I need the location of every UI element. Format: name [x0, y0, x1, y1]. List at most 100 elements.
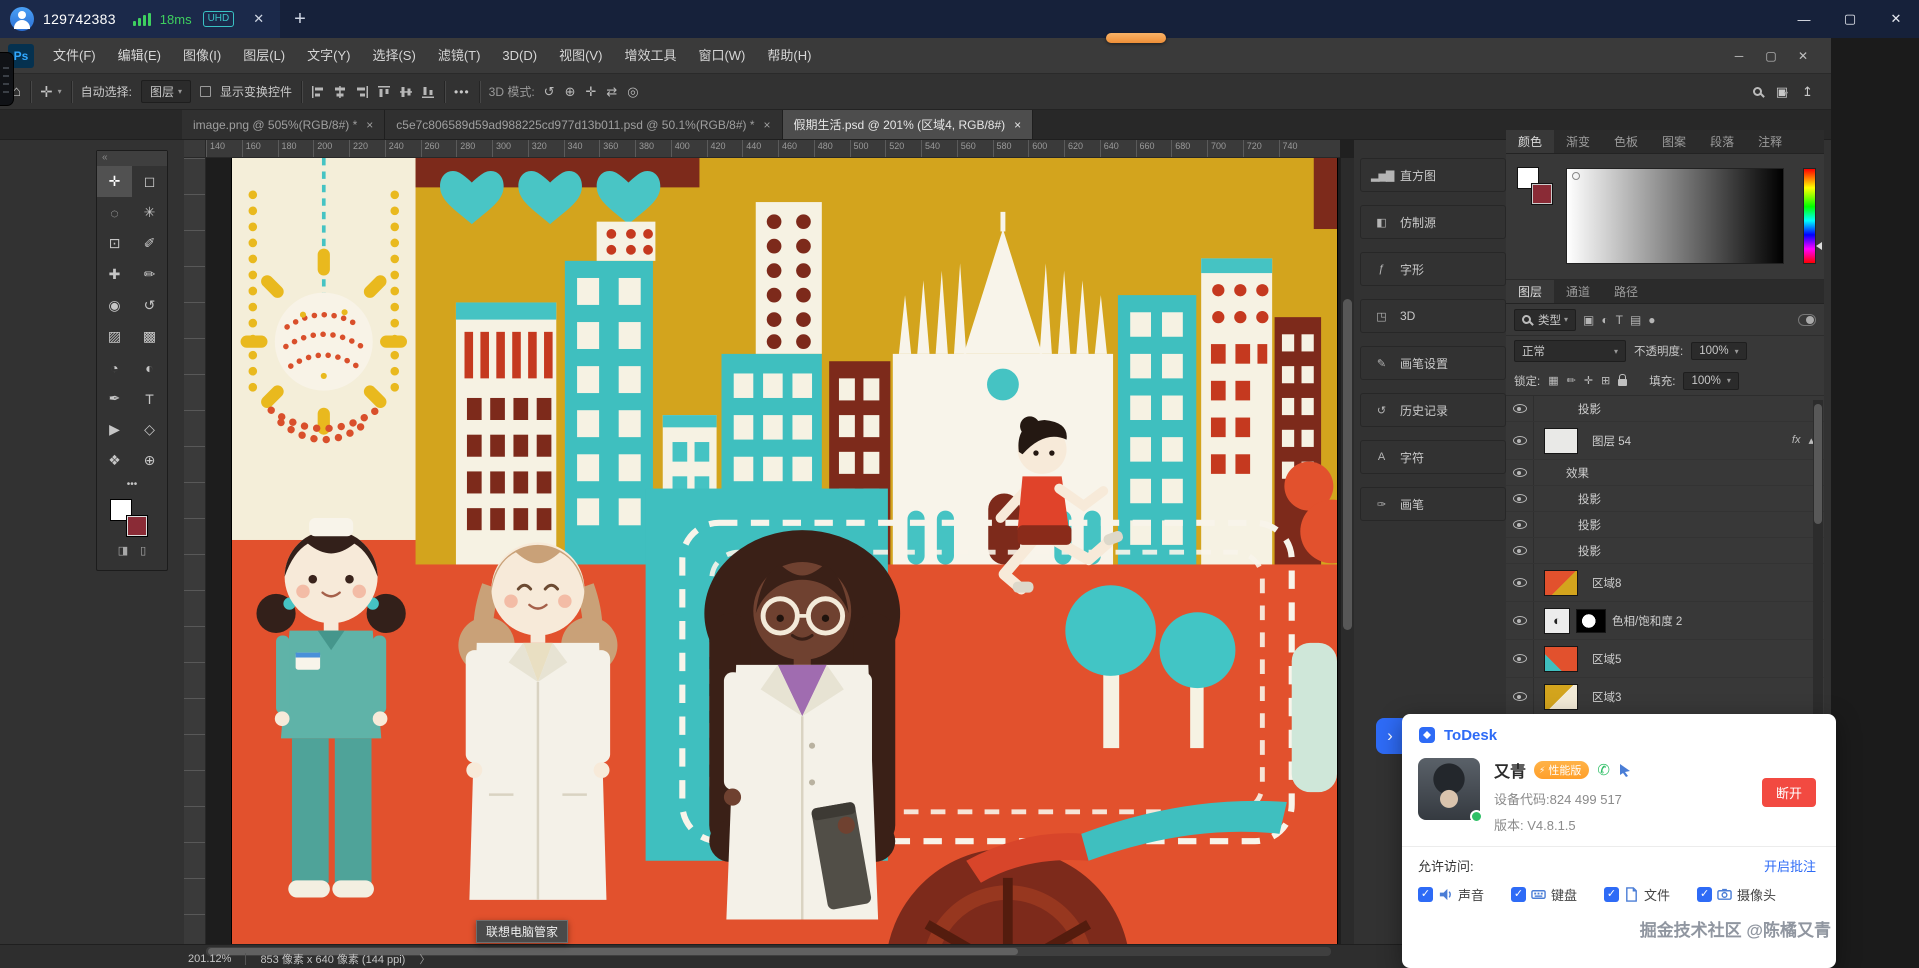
layer-mask-thumbnail[interactable] — [1576, 609, 1606, 633]
layer-effect-row[interactable]: 投影 — [1506, 396, 1824, 422]
new-session-button[interactable]: + — [294, 9, 306, 29]
layer-effect-row[interactable]: 投影 — [1506, 486, 1824, 512]
layer-thumbnail[interactable] — [1544, 570, 1578, 596]
color-gradient-field[interactable] — [1566, 168, 1784, 264]
path-selection-tool[interactable]: ▶ — [97, 414, 132, 445]
opacity-select[interactable]: 100% ▾ — [1691, 342, 1746, 360]
current-tool-icon[interactable]: ✛ — [40, 83, 53, 101]
hand-tool[interactable]: ❖ — [97, 445, 132, 476]
blur-tool[interactable]: ◔ — [97, 352, 132, 383]
history-panel-button[interactable]: ↺ 历史记录 — [1360, 393, 1506, 427]
magic-wand-tool[interactable]: ✳ — [132, 197, 167, 228]
lock-transparency-icon[interactable]: ▦ — [1548, 374, 1558, 387]
checkbox-checked-icon[interactable]: ✓ — [1604, 887, 1619, 902]
tab-swatches[interactable]: 色板 — [1602, 130, 1650, 153]
remote-sidebar-handle[interactable] — [0, 52, 14, 106]
layer-thumbnail[interactable] — [1544, 428, 1578, 454]
layer-effects-group-row[interactable]: 效果 — [1506, 460, 1824, 486]
menu-view[interactable]: 视图(V) — [548, 38, 613, 74]
brush-settings-panel-button[interactable]: ✎ 画笔设置 — [1360, 346, 1506, 380]
blend-mode-select[interactable]: 正常 ▾ — [1514, 340, 1626, 362]
layer-thumbnail[interactable] — [1544, 646, 1578, 672]
adjustment-layer-icon[interactable]: ◐ — [1544, 608, 1570, 634]
lock-artboard-icon[interactable]: ⊞ — [1601, 374, 1610, 387]
shape-filter-icon[interactable]: ▤ — [1630, 313, 1641, 327]
edit-toolbar-icon[interactable]: ••• — [97, 476, 167, 494]
glyphs-panel-button[interactable]: ƒ 字形 — [1360, 252, 1506, 286]
layer-row[interactable]: 区域3 — [1506, 678, 1824, 716]
pixel-filter-icon[interactable]: ▣ — [1583, 313, 1594, 327]
auto-select-dropdown[interactable]: 图层 ▾ — [141, 80, 191, 103]
histogram-panel-button[interactable]: ▂▅▇ 直方图 — [1360, 158, 1506, 192]
marquee-tool[interactable]: ◻ — [132, 166, 167, 197]
tab-gradient[interactable]: 渐变 — [1554, 130, 1602, 153]
tab-close-icon[interactable]: × — [764, 118, 771, 132]
ps-restore-button[interactable]: ▢ — [1755, 49, 1787, 63]
permission-camera[interactable]: ✓ 摄像头 — [1697, 885, 1776, 904]
remote-session-tab[interactable]: 129742383 18ms UHD ✕ — [0, 0, 280, 38]
adjustment-filter-icon[interactable]: ◐ — [1601, 313, 1608, 327]
vertical-ruler[interactable] — [184, 158, 206, 944]
tab-close-icon[interactable]: × — [1014, 118, 1021, 132]
remote-close-button[interactable]: ✕ — [1873, 0, 1919, 38]
type-filter-icon[interactable]: T — [1616, 313, 1623, 327]
character-panel-button[interactable]: A 字符 — [1360, 440, 1506, 474]
lasso-tool[interactable]: ◌ — [97, 197, 132, 228]
checkbox-checked-icon[interactable]: ✓ — [1511, 887, 1526, 902]
background-color-swatch[interactable] — [127, 516, 147, 536]
disconnect-button[interactable]: 断开 — [1762, 778, 1816, 807]
clone-source-panel-button[interactable]: ◧ 仿制源 — [1360, 205, 1506, 239]
document-tab-2[interactable]: c5e7c806589d59ad988225cd977d13b011.psd @… — [385, 110, 782, 139]
phone-icon[interactable]: ✆ — [1597, 761, 1610, 779]
scale-3d-icon[interactable]: ◎ — [627, 84, 638, 100]
ps-minimize-button[interactable]: ─ — [1723, 49, 1755, 63]
clone-stamp-tool[interactable]: ◉ — [97, 290, 132, 321]
tool-preset-caret-icon[interactable]: ▾ — [58, 87, 62, 96]
hue-slider-marker[interactable] — [1816, 242, 1822, 250]
checkbox-checked-icon[interactable]: ✓ — [1418, 887, 1433, 902]
layer-filter-dropdown[interactable]: 类型 ▾ — [1514, 309, 1576, 331]
horizontal-ruler[interactable]: 1401601802002202402602803003203403603804… — [206, 140, 1340, 158]
workspace-switcher-icon[interactable]: ▣▾ — [1776, 84, 1788, 100]
eraser-tool[interactable]: ▨ — [97, 321, 132, 352]
document-tab-3[interactable]: 假期生活.psd @ 201% (区域4, RGB/8#) × — [783, 110, 1034, 139]
layer-effect-row[interactable]: 投影 — [1506, 538, 1824, 564]
zoom-level[interactable]: 201.12% — [188, 953, 231, 965]
todesk-collapse-button[interactable]: › — [1376, 718, 1404, 754]
align-center-horizontal-icon[interactable] — [333, 85, 347, 99]
menu-file[interactable]: 文件(F) — [42, 38, 107, 74]
document-tab-1[interactable]: image.png @ 505%(RGB/8#) * × — [182, 110, 385, 139]
tab-paths[interactable]: 路径 — [1602, 280, 1650, 303]
menu-edit[interactable]: 编辑(E) — [107, 38, 172, 74]
shape-tool[interactable]: ◇ — [132, 414, 167, 445]
tab-close-icon[interactable]: × — [366, 118, 373, 132]
canvas-document[interactable] — [232, 158, 1337, 944]
history-brush-tool[interactable]: ↺ — [132, 290, 167, 321]
healing-brush-tool[interactable]: ✚ — [97, 259, 132, 290]
tools-collapse-icon[interactable]: « — [97, 151, 167, 166]
zoom-tool[interactable]: ⊕ — [132, 445, 167, 476]
show-transform-checkbox[interactable] — [200, 86, 211, 97]
remote-maximize-button[interactable]: ▢ — [1827, 0, 1873, 38]
layer-effect-row[interactable]: 投影 — [1506, 512, 1824, 538]
orbit-3d-icon[interactable]: ↺ — [544, 84, 555, 100]
permission-audio[interactable]: ✓ 声音 — [1418, 885, 1484, 904]
canvas-vertical-scrollbar[interactable] — [1340, 158, 1354, 944]
move-tool[interactable]: ✛ — [97, 166, 132, 197]
dodge-tool[interactable]: ◐ — [132, 352, 167, 383]
permission-files[interactable]: ✓ 文件 — [1604, 885, 1670, 904]
brush-tool[interactable]: ✏ — [132, 259, 167, 290]
ps-close-button[interactable]: ✕ — [1787, 49, 1819, 63]
quick-mask-icon[interactable]: ◨ — [118, 544, 128, 562]
annotate-link[interactable]: 开启批注 — [1764, 856, 1816, 875]
slide-3d-icon[interactable]: ⇄ — [606, 84, 617, 100]
share-icon[interactable]: ↥ — [1802, 84, 1813, 100]
menu-image[interactable]: 图像(I) — [172, 38, 232, 74]
menu-filter[interactable]: 滤镜(T) — [427, 38, 492, 74]
fx-badge[interactable]: fx — [1792, 434, 1801, 447]
brushes-panel-button[interactable]: ✑ 画笔 — [1360, 487, 1506, 521]
permission-keyboard[interactable]: ✓ 键盘 — [1511, 885, 1577, 904]
tab-color[interactable]: 颜色 — [1506, 130, 1554, 153]
align-bottom-icon[interactable] — [421, 85, 435, 99]
pen-tool[interactable]: ✒ — [97, 383, 132, 414]
